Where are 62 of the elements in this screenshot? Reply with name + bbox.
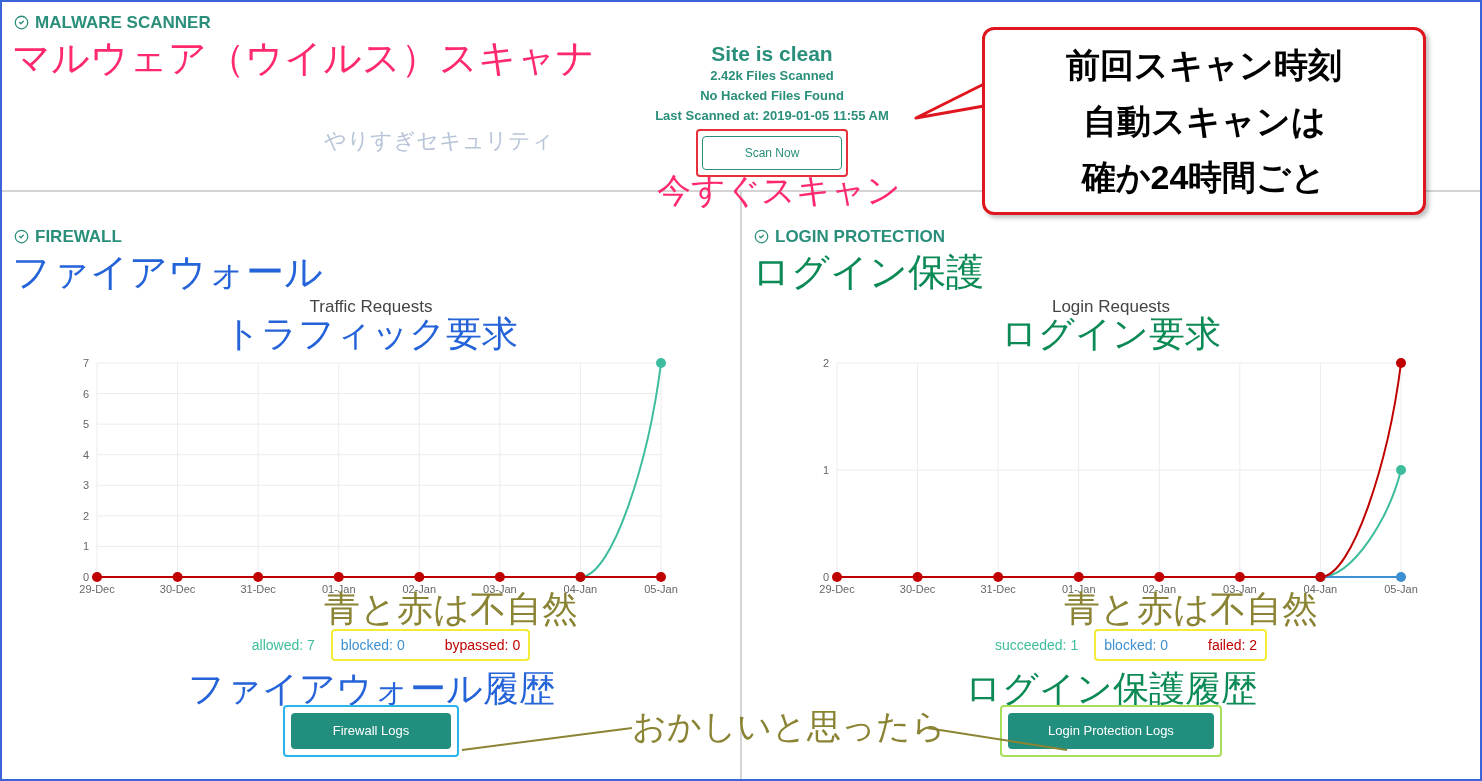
callout-text: 自動スキャンは — [1082, 101, 1326, 142]
point — [993, 572, 1004, 582]
point — [1234, 572, 1245, 582]
x-tick-label: 05-Jan — [1384, 583, 1418, 595]
callout-text: 確か24時間ごと — [1081, 157, 1327, 198]
y-tick-label: 1 — [82, 540, 89, 553]
point — [832, 572, 842, 582]
x-tick-label: 29-Dec — [819, 583, 856, 595]
check-icon — [14, 229, 29, 245]
annotation-text: マルウェア（ウイルス）スキャナ — [11, 35, 596, 80]
brand-text: やりすぎセキュリティ — [324, 126, 554, 155]
status-text: Last Scanned at: 2019-01-05 11:55 AM — [655, 107, 889, 125]
chart-title: Login Requests — [1051, 295, 1171, 318]
x-tick-label: 30-Dec — [899, 583, 936, 595]
y-tick-label: 4 — [82, 448, 89, 461]
y-tick-label: 5 — [82, 418, 89, 431]
x-tick-label: 31-Dec — [240, 583, 277, 595]
check-icon — [14, 15, 29, 31]
y-tick-label: 0 — [82, 571, 89, 583]
status-heading: Site is clean — [711, 42, 833, 66]
annotation-text: ファイアウォール — [11, 249, 324, 294]
x-tick-label: 31-Dec — [980, 583, 1017, 595]
panel-title: FIREWALL — [35, 226, 122, 248]
x-tick-label: 05-Jan — [644, 583, 678, 595]
annotation-text: ログイン保護履歴 — [965, 669, 1257, 709]
point — [1073, 572, 1084, 582]
point — [1154, 572, 1165, 582]
status-text: No Hacked Files Found — [700, 87, 844, 105]
logs-button[interactable]: Firewall Logs — [291, 713, 451, 749]
logs-button[interactable]: Login Protection Logs — [1008, 713, 1214, 749]
y-tick-label: 3 — [82, 479, 89, 492]
legend-item: blocked: 0 — [1104, 636, 1169, 655]
legend-item: allowed: 7 — [251, 636, 315, 655]
legend-item: succeeded: 1 — [994, 636, 1079, 655]
point — [1396, 465, 1406, 475]
point — [912, 572, 923, 582]
point — [1396, 572, 1406, 582]
check-icon — [754, 229, 769, 245]
annotation-text: 今すぐスキャン — [657, 170, 901, 210]
legend-item: bypassed: 0 — [444, 636, 521, 655]
legend-item: blocked: 0 — [340, 636, 405, 655]
scan-button[interactable]: Scan Now — [702, 136, 842, 170]
legend-item: failed: 2 — [1208, 636, 1258, 655]
x-tick-label: 29-Dec — [79, 583, 116, 595]
y-tick-label: 1 — [822, 464, 829, 476]
annotation-text: おかしいと思ったら — [632, 706, 946, 746]
annotation-text: ログイン要求 — [1001, 315, 1221, 353]
point — [1396, 358, 1406, 368]
annotation-text: ログイン保護 — [751, 249, 985, 294]
y-tick-label: 7 — [82, 357, 89, 369]
y-tick-label: 2 — [82, 509, 89, 522]
status-text: 2.42k Files Scanned — [710, 67, 834, 85]
chart-title: Traffic Requests — [309, 295, 433, 318]
callout-text: 前回スキャン時刻 — [1066, 45, 1342, 86]
annotation-text: ファイアウォール履歴 — [187, 669, 555, 709]
panel-title: LOGIN PROTECTION — [775, 226, 945, 248]
y-tick-label: 2 — [822, 357, 829, 369]
annotation-text: トラフィック要求 — [224, 315, 518, 353]
x-tick-label: 30-Dec — [159, 583, 196, 595]
y-tick-label: 0 — [822, 571, 829, 583]
y-tick-label: 6 — [82, 387, 89, 400]
section-title: MALWARE SCANNER — [35, 12, 211, 34]
